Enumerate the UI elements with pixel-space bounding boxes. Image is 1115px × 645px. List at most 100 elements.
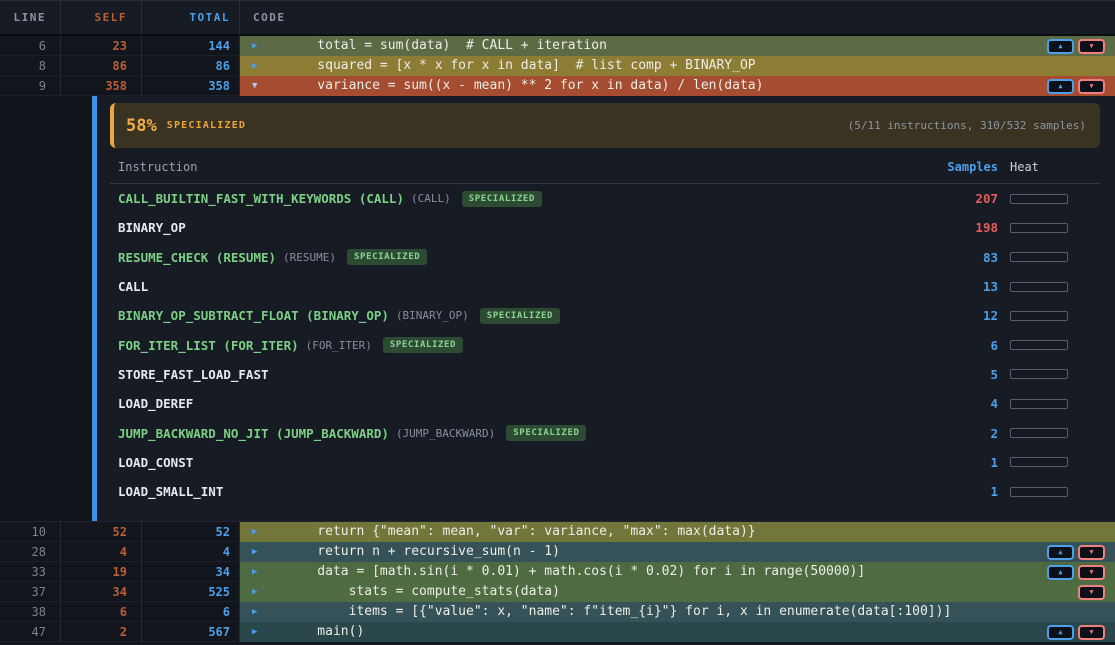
specialized-badge: SPECIALIZED <box>506 425 586 441</box>
jump-down-button[interactable]: ▼ <box>1078 565 1105 580</box>
total-samples: 34 <box>142 562 240 582</box>
code-cell: ▶ return {"mean": mean, "var": variance,… <box>240 522 1115 542</box>
instruction-samples: 5 <box>942 367 998 382</box>
instruction-name-group: STORE_FAST_LOAD_FAST <box>118 367 942 382</box>
expand-arrow-icon[interactable]: ▶ <box>252 548 262 557</box>
code-line-row[interactable]: 38 6 6 ▶ items = [{"value": x, "name": f… <box>0 602 1115 622</box>
specialized-badge: SPECIALIZED <box>383 337 463 353</box>
self-samples: 2 <box>61 622 142 642</box>
expand-arrow-icon[interactable]: ▶ <box>252 628 262 637</box>
instruction-name-group: RESUME_CHECK (RESUME) (RESUME) SPECIALIZ… <box>118 249 942 265</box>
code-cell: ▶ data = [math.sin(i * 0.01) + math.cos(… <box>240 562 1115 582</box>
instruction-samples: 13 <box>942 279 998 294</box>
total-samples: 525 <box>142 582 240 602</box>
code-line-row[interactable]: 47 2 567 ▶ main() ▲ ▼ <box>0 622 1115 642</box>
expand-arrow-icon[interactable]: ▶ <box>252 608 262 617</box>
code-cell: ▶ total = sum(data) # CALL + iteration ▲… <box>240 36 1115 56</box>
jump-up-button[interactable]: ▲ <box>1047 39 1074 54</box>
instruction-name-group: LOAD_CONST <box>118 455 942 470</box>
column-instruction[interactable]: Instruction <box>118 160 942 174</box>
code-text: variance = sum((x - mean) ** 2 for x in … <box>286 76 763 96</box>
heat-cell <box>1010 223 1100 233</box>
total-samples: 52 <box>142 522 240 542</box>
code-text: data = [math.sin(i * 0.01) + math.cos(i … <box>286 562 865 582</box>
instruction-samples: 1 <box>942 484 998 499</box>
instruction-name: BINARY_OP <box>118 220 186 235</box>
instruction-row: FOR_ITER_LIST (FOR_ITER) (FOR_ITER) SPEC… <box>110 330 1100 359</box>
heat-cell <box>1010 399 1100 409</box>
jump-down-button[interactable]: ▼ <box>1078 585 1105 600</box>
expand-arrow-icon[interactable]: ▶ <box>252 62 262 71</box>
line-number: 33 <box>0 562 61 582</box>
code-cell: ▶ return n + recursive_sum(n - 1) ▲ ▼ <box>240 542 1115 562</box>
heat-bar <box>1010 457 1068 467</box>
instruction-name: CALL_BUILTIN_FAST_WITH_KEYWORDS (CALL) <box>118 191 404 206</box>
line-number: 9 <box>0 76 61 96</box>
heat-bar <box>1010 340 1068 350</box>
instruction-samples: 207 <box>942 191 998 206</box>
jump-down-button[interactable]: ▼ <box>1078 79 1105 94</box>
expanded-line-panel: 58% SPECIALIZED (5/11 instructions, 310/… <box>0 96 1115 522</box>
instruction-base-opcode: (CALL) <box>411 192 451 205</box>
specialized-percent: 58% <box>126 116 157 136</box>
code-text: squared = [x * x for x in data] # list c… <box>286 56 756 76</box>
column-samples[interactable]: Samples <box>942 160 998 174</box>
code-line-row[interactable]: 6 23 144 ▶ total = sum(data) # CALL + it… <box>0 36 1115 56</box>
heat-cell <box>1010 340 1100 350</box>
instruction-base-opcode: (RESUME) <box>283 251 336 264</box>
expand-arrow-icon[interactable]: ▶ <box>252 568 262 577</box>
specialized-badge: SPECIALIZED <box>462 191 542 207</box>
instruction-samples: 83 <box>942 250 998 265</box>
code-line-row[interactable]: 33 19 34 ▶ data = [math.sin(i * 0.01) + … <box>0 562 1115 582</box>
instruction-row: CALL 13 <box>110 272 1100 301</box>
instruction-name-group: CALL_BUILTIN_FAST_WITH_KEYWORDS (CALL) (… <box>118 191 942 207</box>
heat-bar <box>1010 282 1068 292</box>
row-nav-buttons: ▲ ▼ <box>1047 36 1105 56</box>
code-line-row[interactable]: 8 86 86 ▶ squared = [x * x for x in data… <box>0 56 1115 76</box>
expand-arrow-icon[interactable]: ▼ <box>252 82 262 91</box>
instruction-name: FOR_ITER_LIST (FOR_ITER) <box>118 338 299 353</box>
instruction-row: BINARY_OP 198 <box>110 213 1100 242</box>
code-text: items = [{"value": x, "name": f"item_{i}… <box>286 602 951 622</box>
total-samples: 6 <box>142 602 240 622</box>
instruction-row: BINARY_OP_SUBTRACT_FLOAT (BINARY_OP) (BI… <box>110 301 1100 330</box>
instruction-name: CALL <box>118 279 148 294</box>
jump-up-button[interactable]: ▲ <box>1047 79 1074 94</box>
code-line-row[interactable]: 9 358 358 ▼ variance = sum((x - mean) **… <box>0 76 1115 96</box>
code-rows-top: 6 23 144 ▶ total = sum(data) # CALL + it… <box>0 36 1115 96</box>
heat-bar <box>1010 487 1068 497</box>
heat-cell <box>1010 428 1100 438</box>
heat-bar <box>1010 194 1068 204</box>
heat-cell <box>1010 487 1100 497</box>
total-samples: 86 <box>142 56 240 76</box>
code-cell: ▶ squared = [x * x for x in data] # list… <box>240 56 1115 76</box>
self-samples: 34 <box>61 582 142 602</box>
expand-arrow-icon[interactable]: ▶ <box>252 588 262 597</box>
specialized-badge: SPECIALIZED <box>480 308 560 324</box>
expand-arrow-icon[interactable]: ▶ <box>252 528 262 537</box>
total-samples: 144 <box>142 36 240 56</box>
jump-up-button[interactable]: ▲ <box>1047 565 1074 580</box>
instruction-rows: CALL_BUILTIN_FAST_WITH_KEYWORDS (CALL) (… <box>110 184 1100 506</box>
jump-up-button[interactable]: ▲ <box>1047 625 1074 640</box>
total-samples: 567 <box>142 622 240 642</box>
total-samples: 358 <box>142 76 240 96</box>
instruction-name: LOAD_SMALL_INT <box>118 484 223 499</box>
code-line-row[interactable]: 10 52 52 ▶ return {"mean": mean, "var": … <box>0 522 1115 542</box>
instruction-base-opcode: (JUMP_BACKWARD) <box>396 427 495 440</box>
jump-down-button[interactable]: ▼ <box>1078 39 1105 54</box>
jump-up-button[interactable]: ▲ <box>1047 545 1074 560</box>
code-line-row[interactable]: 37 34 525 ▶ stats = compute_stats(data) … <box>0 582 1115 602</box>
line-number: 47 <box>0 622 61 642</box>
column-heat[interactable]: Heat <box>1010 160 1100 174</box>
expand-arrow-icon[interactable]: ▶ <box>252 42 262 51</box>
self-samples: 19 <box>61 562 142 582</box>
jump-down-button[interactable]: ▼ <box>1078 625 1105 640</box>
self-samples: 4 <box>61 542 142 562</box>
self-samples: 358 <box>61 76 142 96</box>
code-text: return n + recursive_sum(n - 1) <box>286 542 560 562</box>
jump-down-button[interactable]: ▼ <box>1078 545 1105 560</box>
code-line-row[interactable]: 28 4 4 ▶ return n + recursive_sum(n - 1)… <box>0 542 1115 562</box>
code-text: return {"mean": mean, "var": variance, "… <box>286 522 756 542</box>
heat-bar <box>1010 311 1068 321</box>
